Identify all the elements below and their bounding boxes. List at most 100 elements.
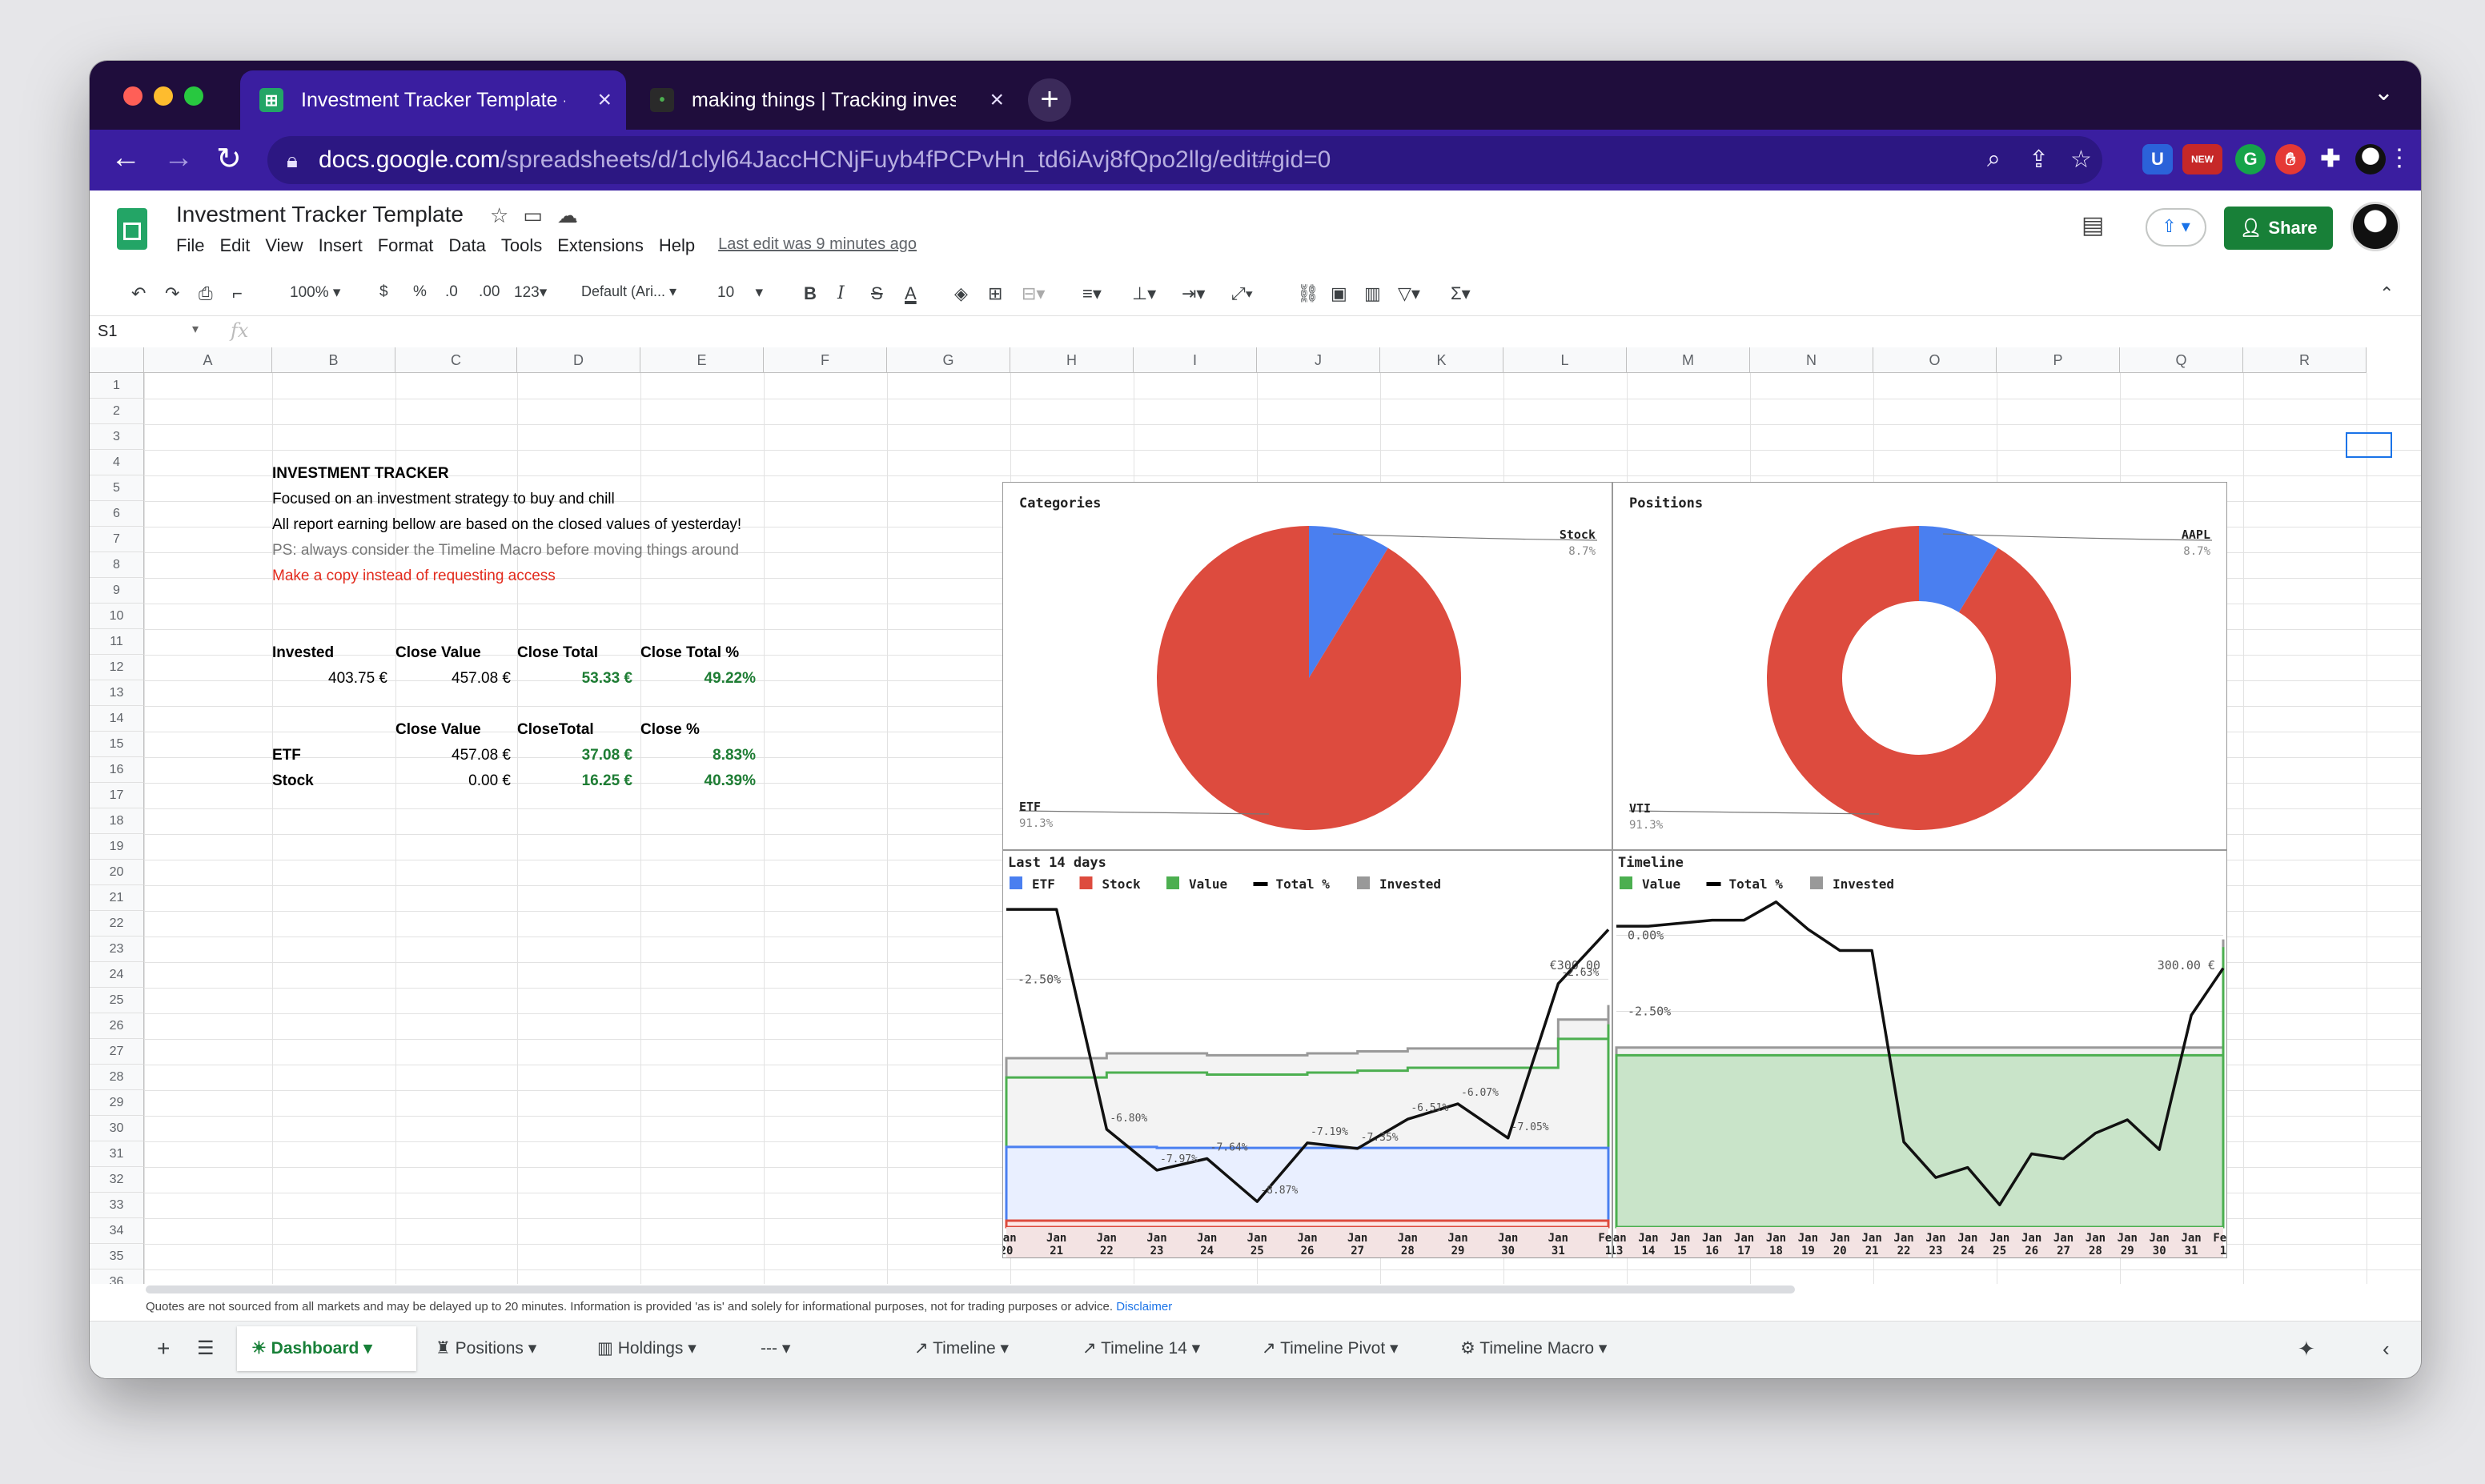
increase-decimal-button[interactable]: .00 bbox=[479, 283, 500, 301]
row-header-18[interactable]: 18 bbox=[90, 808, 144, 834]
close-window-button[interactable] bbox=[123, 86, 143, 106]
row-header-17[interactable]: 17 bbox=[90, 783, 144, 808]
last-edit-link[interactable]: Last edit was 9 minutes ago bbox=[718, 235, 917, 256]
row-header-11[interactable]: 11 bbox=[90, 629, 144, 655]
cell-d14[interactable]: 16.25 € bbox=[517, 768, 632, 794]
italic-button[interactable]: I bbox=[837, 283, 845, 303]
text-wrap-icon[interactable]: ⇥▾ bbox=[1182, 283, 1205, 304]
horizontal-align-icon[interactable]: ≡▾ bbox=[1082, 283, 1102, 304]
column-header-g[interactable]: G bbox=[887, 347, 1010, 373]
positions-donut-chart[interactable]: Positions AAPL 8.7% VTI 91.3% bbox=[1612, 482, 2227, 850]
row-header-23[interactable]: 23 bbox=[90, 937, 144, 962]
horizontal-scrollbar[interactable] bbox=[146, 1285, 1795, 1293]
cell-b2-title[interactable]: INVESTMENT TRACKER bbox=[272, 461, 449, 487]
row-header-29[interactable]: 29 bbox=[90, 1090, 144, 1116]
row-header-9[interactable]: 9 bbox=[90, 578, 144, 604]
reload-icon[interactable]: ↻ bbox=[216, 141, 242, 177]
column-header-p[interactable]: P bbox=[1997, 347, 2120, 373]
share-button[interactable]: 👤︎ Share bbox=[2224, 207, 2333, 250]
row-header-24[interactable]: 24 bbox=[90, 962, 144, 988]
strikethrough-button[interactable]: S bbox=[871, 283, 883, 304]
insert-chart-icon[interactable]: ▥ bbox=[1364, 283, 1381, 304]
row-header-32[interactable]: 32 bbox=[90, 1167, 144, 1193]
sheets-logo-icon[interactable] bbox=[117, 208, 147, 250]
menu-edit[interactable]: Edit bbox=[219, 235, 250, 256]
extension-new-badge[interactable]: NEW bbox=[2182, 144, 2222, 174]
back-arrow-icon[interactable]: ← bbox=[110, 141, 141, 175]
cell-d13[interactable]: 37.08 € bbox=[517, 743, 632, 768]
cell-b6[interactable]: Make a copy instead of requesting access bbox=[272, 564, 556, 589]
row-header-21[interactable]: 21 bbox=[90, 885, 144, 911]
column-header-n[interactable]: N bbox=[1750, 347, 1873, 373]
currency-format-button[interactable]: $ bbox=[379, 283, 388, 301]
column-header-h[interactable]: H bbox=[1010, 347, 1134, 373]
menu-tools[interactable]: Tools bbox=[501, 235, 542, 256]
row-header-34[interactable]: 34 bbox=[90, 1218, 144, 1244]
cell-e13[interactable]: 8.83% bbox=[640, 743, 756, 768]
menu-help[interactable]: Help bbox=[659, 235, 695, 256]
minimize-window-button[interactable] bbox=[154, 86, 173, 106]
all-sheets-icon[interactable]: ☰ bbox=[183, 1326, 229, 1371]
cell-b13[interactable]: ETF bbox=[272, 743, 301, 768]
cell-c9[interactable]: Close Value bbox=[395, 640, 481, 666]
cell-e12[interactable]: Close % bbox=[640, 717, 700, 743]
cloud-status-icon[interactable]: ☁︎ bbox=[557, 203, 592, 227]
share-page-icon[interactable]: ⇪ bbox=[2029, 146, 2049, 174]
cell-b10[interactable]: 403.75 € bbox=[272, 666, 387, 692]
disclaimer-link[interactable]: Disclaimer bbox=[1116, 1300, 1172, 1314]
cell-b4[interactable]: All report earning bellow are based on t… bbox=[272, 512, 741, 538]
row-header-36[interactable]: 36 bbox=[90, 1269, 144, 1284]
name-box[interactable]: S1 bbox=[98, 323, 117, 341]
extensions-puzzle-icon[interactable]: ✚ bbox=[2315, 144, 2346, 174]
row-header-8[interactable]: 8 bbox=[90, 552, 144, 578]
new-tab-button[interactable]: + bbox=[1028, 78, 1071, 122]
row-header-1[interactable]: 1 bbox=[90, 373, 144, 399]
tab-search-chevron-icon[interactable]: ⌄ bbox=[2374, 78, 2394, 106]
zoom-search-icon[interactable]: ⌕ bbox=[1987, 146, 2001, 173]
percent-format-button[interactable]: % bbox=[413, 283, 427, 301]
collapse-menus-icon[interactable]: ⌃ bbox=[2379, 283, 2394, 304]
font-size-select[interactable]: 10 ▾ bbox=[717, 283, 763, 302]
row-header-13[interactable]: 13 bbox=[90, 680, 144, 706]
row-header-26[interactable]: 26 bbox=[90, 1013, 144, 1039]
column-header-b[interactable]: B bbox=[272, 347, 395, 373]
menu-data[interactable]: Data bbox=[448, 235, 485, 256]
last-14-days-chart[interactable]: Last 14 days ETF Stock Value Total % Invested… bbox=[1002, 850, 1612, 1258]
sheet-tab-timeline-macro[interactable]: ⚙ Timeline Macro ▾ bbox=[1446, 1326, 1649, 1371]
close-tab-icon[interactable]: × bbox=[597, 86, 612, 114]
profile-avatar-icon[interactable] bbox=[2355, 144, 2386, 174]
cell-c10[interactable]: 457.08 € bbox=[395, 666, 511, 692]
row-header-14[interactable]: 14 bbox=[90, 706, 144, 732]
row-header-2[interactable]: 2 bbox=[90, 399, 144, 424]
omnibox[interactable]: 🔒︎ docs.google.com/spreadsheets/d/1clyl6… bbox=[267, 136, 2102, 184]
row-header-19[interactable]: 19 bbox=[90, 834, 144, 860]
column-header-r[interactable]: R bbox=[2243, 347, 2367, 373]
fill-color-icon[interactable]: ◈ bbox=[954, 283, 968, 304]
row-header-16[interactable]: 16 bbox=[90, 757, 144, 783]
etf-series[interactable] bbox=[1005, 1145, 1610, 1229]
merge-cells-icon[interactable]: ⊟▾ bbox=[1022, 283, 1045, 304]
cell-b5[interactable]: PS: always consider the Timeline Macro b… bbox=[272, 538, 739, 564]
bold-button[interactable]: B bbox=[804, 283, 817, 304]
cell-b3[interactable]: Focused on an investment strategy to buy… bbox=[272, 487, 615, 512]
stock-series[interactable] bbox=[1005, 1219, 1610, 1229]
cell-c14[interactable]: 0.00 € bbox=[395, 768, 511, 794]
maximize-window-button[interactable] bbox=[184, 86, 203, 106]
row-header-31[interactable]: 31 bbox=[90, 1141, 144, 1167]
cell-c12[interactable]: Close Value bbox=[395, 717, 481, 743]
row-header-30[interactable]: 30 bbox=[90, 1116, 144, 1141]
present-button[interactable]: ⇧ ▾ bbox=[2146, 208, 2206, 247]
formula-input[interactable] bbox=[258, 319, 2403, 343]
text-color-button[interactable]: A bbox=[905, 283, 917, 304]
column-header-d[interactable]: D bbox=[517, 347, 640, 373]
borders-icon[interactable]: ⊞ bbox=[988, 283, 1002, 304]
column-header-m[interactable]: M bbox=[1627, 347, 1750, 373]
sheet-tab-positions[interactable]: ♜ Positions ▾ bbox=[421, 1326, 581, 1371]
column-header-e[interactable]: E bbox=[640, 347, 764, 373]
pie-slice-etf[interactable] bbox=[1157, 526, 1461, 830]
column-header-o[interactable]: O bbox=[1873, 347, 1997, 373]
extension-hand-icon[interactable]: ✋︎ bbox=[2275, 144, 2306, 174]
column-header-i[interactable]: I bbox=[1134, 347, 1257, 373]
row-header-25[interactable]: 25 bbox=[90, 988, 144, 1013]
cell-e9[interactable]: Close Total % bbox=[640, 640, 739, 666]
